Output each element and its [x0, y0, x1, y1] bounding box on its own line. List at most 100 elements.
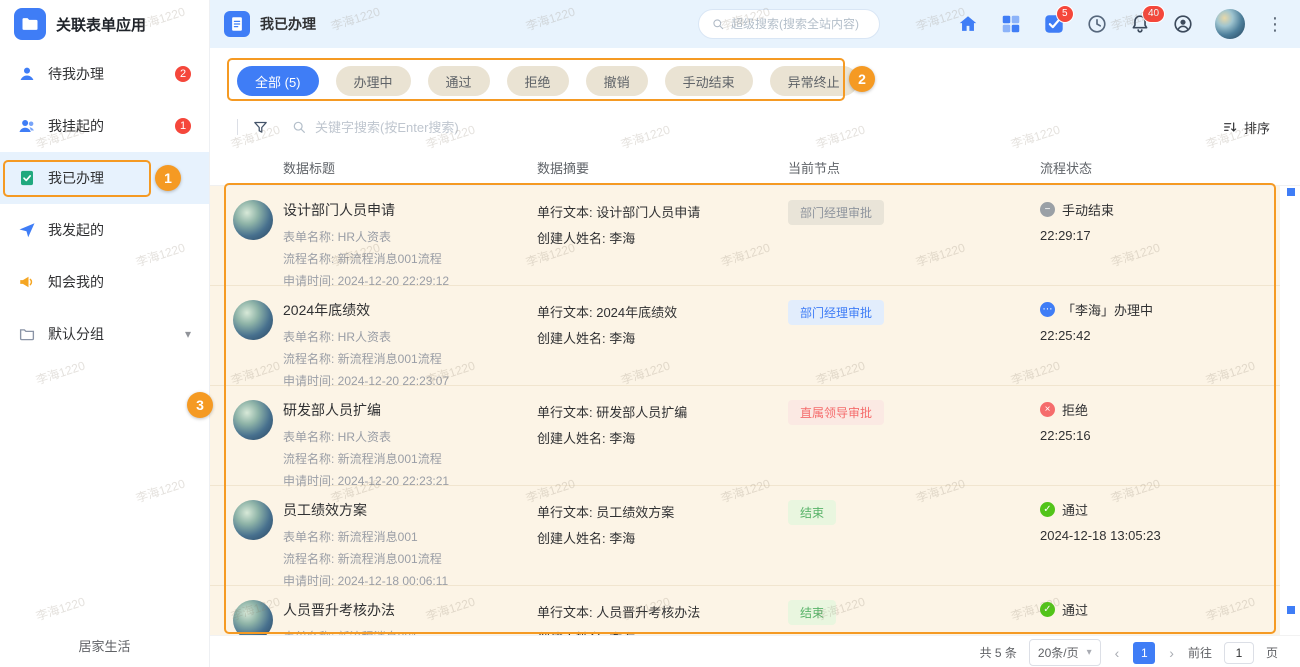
- filter-tab[interactable]: 全部 (5): [237, 66, 319, 96]
- row-detail: 申请时间: 2024-12-20 22:23:21: [283, 470, 537, 492]
- app-title: 关联表单应用: [56, 14, 146, 35]
- row-summary: 单行文本: 2024年底绩效: [537, 300, 788, 326]
- page-unit-label: 页: [1266, 644, 1278, 661]
- filter-tab[interactable]: 撤销: [586, 66, 648, 96]
- sidebar-item[interactable]: 我已办理: [0, 152, 209, 204]
- row-detail: 表单名称: HR人资表: [283, 226, 537, 248]
- current-node-badge: 部门经理审批: [788, 300, 884, 325]
- row-summary: 单行文本: 人员晋升考核办法: [537, 600, 788, 626]
- status-time: 22:25:42: [1040, 328, 1280, 343]
- goto-label: 前往: [1188, 644, 1212, 661]
- table-row[interactable]: 研发部人员扩编 表单名称: HR人资表 流程名称: 新流程消息001流程 申请时…: [210, 386, 1280, 486]
- apps-grid-icon[interactable]: [1000, 13, 1022, 35]
- topbar-icons: 5 40 ⋮: [957, 9, 1286, 39]
- more-menu-icon[interactable]: ⋮: [1266, 15, 1284, 33]
- sidebar-item[interactable]: 知会我的: [0, 256, 209, 308]
- app-window: 关联表单应用 待我办理 2 我挂起的 1 我已办理 我发起的 知会我的 默认分组: [0, 0, 1300, 667]
- keyword-search-input[interactable]: [315, 120, 675, 135]
- todo-check-icon[interactable]: 5: [1043, 13, 1065, 35]
- app-logo-row: 关联表单应用: [0, 0, 209, 48]
- filter-tab[interactable]: 拒绝: [507, 66, 569, 96]
- scroll-up-button[interactable]: [1287, 188, 1295, 196]
- row-detail: 流程名称: 新流程消息001流程: [283, 548, 537, 570]
- sidebar-footer-label: 居家生活: [0, 636, 209, 655]
- user-avatar[interactable]: [1215, 9, 1245, 39]
- column-flow-status: 流程状态: [1040, 158, 1300, 177]
- table-row[interactable]: 人员晋升考核办法 表单名称: 新流程消息001 单行文本: 人员晋升考核办法 创…: [210, 586, 1280, 635]
- row-summary: 创建人姓名: 李海: [537, 326, 788, 352]
- pagination-bar: 共 5 条 20条/页 ▾ ‹ 1 › 前往 页: [210, 635, 1300, 667]
- filter-tab[interactable]: 手动结束: [665, 66, 753, 96]
- home-icon[interactable]: [957, 13, 979, 35]
- content: 全部 (5) 办理中 通过 拒绝 撤销 手动结束 异常终止 排序 数据标题 数据…: [210, 48, 1300, 667]
- sidebar-item-label: 待我办理: [48, 64, 163, 84]
- current-node-badge: 直属领导审批: [788, 400, 884, 425]
- sort-button[interactable]: 排序: [1222, 118, 1270, 137]
- page-size-select[interactable]: 20条/页 ▾: [1029, 639, 1101, 666]
- total-count-label: 共 5 条: [980, 644, 1017, 661]
- caret-down-icon: ▾: [1087, 647, 1092, 658]
- row-detail: 表单名称: HR人资表: [283, 326, 537, 348]
- topbar: 我已办理 5 40 ⋮: [210, 0, 1300, 48]
- current-page-button[interactable]: 1: [1133, 642, 1155, 664]
- keyword-search-icon: [291, 119, 307, 135]
- row-title: 员工绩效方案: [283, 500, 537, 520]
- sidebar-item-label: 知会我的: [48, 272, 191, 292]
- notification-bell-icon[interactable]: 40: [1129, 13, 1151, 35]
- global-search[interactable]: [698, 9, 880, 39]
- count-badge: 2: [175, 66, 191, 82]
- filter-tab[interactable]: 异常终止: [770, 66, 858, 96]
- sidebar-item-label: 我已办理: [48, 168, 191, 188]
- status-text: 手动结束: [1062, 200, 1114, 219]
- status-icon: ⋯: [1040, 302, 1055, 317]
- send-plane-icon: [18, 221, 36, 239]
- row-avatar: [233, 300, 273, 340]
- filter-tab[interactable]: 办理中: [336, 66, 411, 96]
- goto-page-input[interactable]: [1224, 642, 1254, 664]
- done-doc-icon: [18, 169, 36, 187]
- row-detail: 表单名称: 新流程消息001: [283, 526, 537, 548]
- sidebar-item[interactable]: 我挂起的 1: [0, 100, 209, 152]
- task-list: 设计部门人员申请 表单名称: HR人资表 流程名称: 新流程消息001流程 申请…: [210, 186, 1280, 635]
- page-title: 我已办理: [260, 14, 316, 34]
- prev-page-button[interactable]: ‹: [1113, 645, 1122, 661]
- sidebar-item-label: 我挂起的: [48, 116, 163, 136]
- sidebar-item[interactable]: 待我办理 2: [0, 48, 209, 100]
- status-time: 2024-12-18 13:05:23: [1040, 528, 1280, 543]
- table-row[interactable]: 2024年底绩效 表单名称: HR人资表 流程名称: 新流程消息001流程 申请…: [210, 286, 1280, 386]
- row-detail: 表单名称: 新流程消息001: [283, 626, 537, 635]
- row-detail: 申请时间: 2024-12-20 22:23:07: [283, 370, 537, 392]
- current-node-badge: 部门经理审批: [788, 200, 884, 225]
- chevron-down-icon: ▾: [185, 327, 191, 341]
- scroll-down-button[interactable]: [1287, 606, 1295, 614]
- sidebar-item[interactable]: 默认分组 ▾: [0, 308, 209, 360]
- status-text: 通过: [1062, 600, 1088, 619]
- current-node-badge: 结束: [788, 600, 836, 625]
- support-contact-icon[interactable]: [1172, 13, 1194, 35]
- row-summary: 单行文本: 员工绩效方案: [537, 500, 788, 526]
- next-page-button[interactable]: ›: [1167, 645, 1176, 661]
- users-icon: [18, 117, 36, 135]
- current-node-badge: 结束: [788, 500, 836, 525]
- search-icon: [711, 17, 725, 31]
- row-detail: 流程名称: 新流程消息001流程: [283, 448, 537, 470]
- row-title: 人员晋升考核办法: [283, 600, 537, 620]
- table-row[interactable]: 员工绩效方案 表单名称: 新流程消息001 流程名称: 新流程消息001流程 申…: [210, 486, 1280, 586]
- row-summary: 创建人姓名: 李海: [537, 426, 788, 452]
- history-clock-icon[interactable]: [1086, 13, 1108, 35]
- sidebar-item[interactable]: 我发起的: [0, 204, 209, 256]
- row-avatar: [233, 600, 273, 635]
- status-icon: ✓: [1040, 502, 1055, 517]
- row-avatar: [233, 200, 273, 240]
- row-title: 2024年底绩效: [283, 300, 537, 320]
- status-text: 拒绝: [1062, 400, 1088, 419]
- page-size-value: 20条/页: [1038, 644, 1079, 661]
- row-detail: 流程名称: 新流程消息001流程: [283, 348, 537, 370]
- status-time: 22:29:17: [1040, 228, 1280, 243]
- filter-tab[interactable]: 通过: [428, 66, 490, 96]
- table-row[interactable]: 设计部门人员申请 表单名称: HR人资表 流程名称: 新流程消息001流程 申请…: [210, 186, 1280, 286]
- row-summary: 单行文本: 设计部门人员申请: [537, 200, 788, 226]
- app-logo: [14, 8, 46, 40]
- filter-funnel-icon[interactable]: [252, 119, 269, 136]
- global-search-input[interactable]: [731, 17, 867, 31]
